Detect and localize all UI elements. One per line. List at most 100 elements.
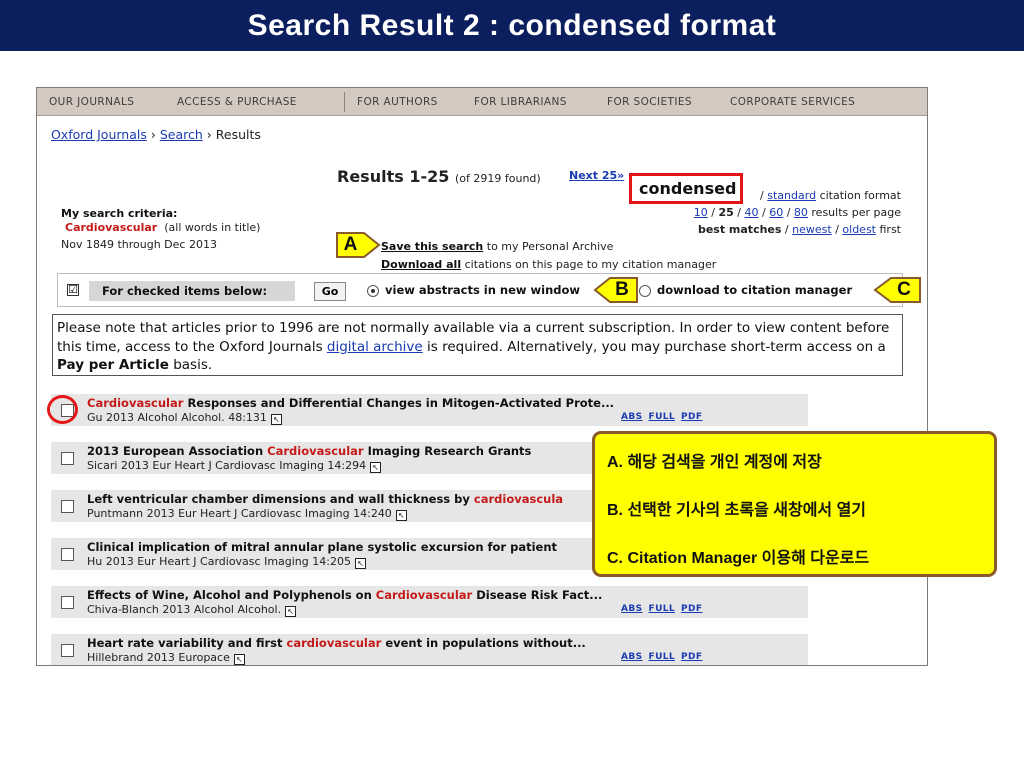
- article-links: ABS FULL PDF: [621, 652, 708, 662]
- save-search-link[interactable]: Save this search: [381, 240, 483, 253]
- article-title[interactable]: Effects of Wine, Alcohol and Polyphenols…: [87, 588, 602, 602]
- article-links: ABS FULL PDF: [621, 412, 708, 422]
- notice-text-3: basis.: [173, 357, 213, 373]
- checked-items-bar: ☑ For checked items below: Go view abstr…: [57, 273, 903, 307]
- callout-c: C: [873, 277, 921, 303]
- nav-our-journals[interactable]: OUR JOURNALS: [49, 96, 134, 108]
- article-citation: Hu 2013 Eur Heart J Cardiovasc Imaging 1…: [87, 555, 366, 569]
- cite-icon[interactable]: ↖: [370, 462, 382, 473]
- cite-icon[interactable]: ↖: [395, 510, 407, 521]
- search-criteria-term: Cardiovascular: [65, 221, 158, 234]
- results-title: Results 1-25: [337, 167, 450, 186]
- next-arrow-icon: »: [617, 169, 625, 182]
- download-citation-label: download to citation manager: [657, 283, 853, 297]
- cite-icon[interactable]: ↖: [354, 558, 366, 569]
- article-checkbox[interactable]: [61, 596, 74, 609]
- results-found-count: (of 2919 found): [455, 172, 541, 185]
- cite-icon[interactable]: ↖: [285, 606, 297, 617]
- pay-per-article: Pay per Article: [57, 357, 169, 373]
- standard-format-link[interactable]: standard: [767, 189, 816, 202]
- full-link[interactable]: FULL: [649, 652, 676, 662]
- breadcrumb-search[interactable]: Search: [160, 127, 203, 142]
- abstracts-option-label: view abstracts in new window: [385, 283, 581, 297]
- article-title[interactable]: 2013 European Association Cardiovascular…: [87, 444, 531, 458]
- breadcrumb-oxford-journals[interactable]: Oxford Journals: [51, 127, 147, 142]
- article-title[interactable]: Cardiovascular Responses and Differentia…: [87, 396, 614, 410]
- sort-newest-link[interactable]: newest: [792, 223, 832, 236]
- breadcrumb-separator: ›: [206, 127, 212, 142]
- download-all-rest: citations on this page to my citation ma…: [464, 258, 717, 271]
- breadcrumb: Oxford Journals › Search › Results: [51, 127, 261, 142]
- condensed-format-label: condensed: [639, 179, 737, 198]
- nav-for-societies[interactable]: FOR SOCIETIES: [607, 96, 692, 108]
- nav-for-librarians[interactable]: FOR LIBRARIANS: [474, 96, 567, 108]
- format-slash: /: [760, 189, 764, 202]
- article-checkbox[interactable]: [61, 644, 74, 657]
- sort-options: best matches / newest / oldest first: [697, 223, 902, 236]
- legend-item-a: A. 해당 검색을 개인 계정에 저장: [607, 454, 822, 471]
- go-button[interactable]: Go: [314, 282, 346, 301]
- nav-corporate-services[interactable]: CORPORATE SERVICES: [730, 96, 855, 108]
- breadcrumb-separator: ›: [150, 127, 156, 142]
- screenshot-frame: OUR JOURNALS ACCESS & PURCHASE FOR AUTHO…: [36, 87, 928, 666]
- article-citation: Gu 2013 Alcohol Alcohol. 48:131 ↖: [87, 411, 282, 425]
- slide-title-bar: Search Result 2 : condensed format: [0, 0, 1024, 51]
- article-checkbox[interactable]: [61, 500, 74, 513]
- condensed-format-highlight: condensed: [629, 173, 743, 204]
- callout-c-label: C: [897, 279, 911, 300]
- full-link[interactable]: FULL: [649, 604, 676, 614]
- per-page-25-selected: 25: [718, 206, 734, 219]
- search-criteria-note: (all words in title): [164, 221, 261, 234]
- per-page-10[interactable]: 10: [694, 206, 708, 219]
- download-citation-radio[interactable]: [639, 285, 651, 297]
- nav-for-authors[interactable]: FOR AUTHORS: [357, 96, 438, 108]
- pdf-link[interactable]: PDF: [681, 652, 702, 662]
- sort-oldest-link[interactable]: oldest: [842, 223, 876, 236]
- checkbox-highlight-circle: [47, 395, 78, 424]
- callout-b: B: [593, 277, 638, 303]
- select-all-checkbox[interactable]: ☑: [67, 284, 79, 296]
- download-all-link[interactable]: Download all: [381, 258, 461, 271]
- sort-best-matches: best matches: [697, 223, 782, 236]
- callout-a: A: [336, 232, 381, 258]
- article-checkbox[interactable]: [61, 452, 74, 465]
- abs-link[interactable]: ABS: [621, 652, 643, 662]
- article-citation: Sicari 2013 Eur Heart J Cardiovasc Imagi…: [87, 459, 382, 473]
- pdf-link[interactable]: PDF: [681, 604, 702, 614]
- pdf-link[interactable]: PDF: [681, 412, 702, 422]
- article-title[interactable]: Clinical implication of mitral annular p…: [87, 540, 557, 554]
- sort-suffix: first: [879, 223, 902, 236]
- save-search-row: Save this search to my Personal Archive: [381, 240, 613, 253]
- article-citation: Puntmann 2013 Eur Heart J Cardiovasc Ima…: [87, 507, 407, 521]
- digital-archive-link[interactable]: digital archive: [327, 339, 423, 355]
- slide-title: Search Result 2 : condensed format: [247, 9, 777, 42]
- cite-icon[interactable]: ↖: [270, 414, 282, 425]
- nav-access-purchase[interactable]: ACCESS & PURCHASE: [177, 96, 297, 108]
- cite-icon[interactable]: ↖: [233, 654, 245, 665]
- abs-link[interactable]: ABS: [621, 412, 643, 422]
- article-title[interactable]: Heart rate variability and first cardiov…: [87, 636, 586, 650]
- article-checkbox[interactable]: [61, 548, 74, 561]
- search-criteria-range: Nov 1849 through Dec 2013: [61, 238, 217, 251]
- per-page-40[interactable]: 40: [745, 206, 759, 219]
- next-page-link[interactable]: Next 25»: [569, 169, 624, 182]
- abstracts-radio[interactable]: [367, 285, 379, 297]
- legend-item-c: C. Citation Manager 이용해 다운로드: [607, 550, 870, 567]
- article-row: Effects of Wine, Alcohol and Polyphenols…: [51, 586, 808, 618]
- search-criteria-heading: My search criteria:: [61, 207, 178, 220]
- per-page-suffix: results per page: [811, 206, 901, 219]
- per-page-80[interactable]: 80: [794, 206, 808, 219]
- per-page-options: 10 / 25 / 40 / 60 / 80 results per page: [693, 206, 901, 219]
- slide: Search Result 2 : condensed format OUR J…: [0, 0, 1024, 768]
- article-title[interactable]: Left ventricular chamber dimensions and …: [87, 492, 563, 506]
- article-row: Heart rate variability and first cardiov…: [51, 634, 808, 665]
- abs-link[interactable]: ABS: [621, 604, 643, 614]
- full-link[interactable]: FULL: [649, 412, 676, 422]
- legend-box: A. 해당 검색을 개인 계정에 저장 B. 선택한 기사의 초록을 새창에서 …: [592, 431, 997, 577]
- per-page-60[interactable]: 60: [769, 206, 783, 219]
- article-citation: Chiva-Blanch 2013 Alcohol Alcohol. ↖: [87, 603, 297, 617]
- breadcrumb-results: Results: [215, 127, 261, 142]
- notice-text-2: is required. Alternatively, you may purc…: [427, 338, 886, 355]
- search-criteria-term-row: Cardiovascular (all words in title): [65, 221, 260, 234]
- article-links: ABS FULL PDF: [621, 604, 708, 614]
